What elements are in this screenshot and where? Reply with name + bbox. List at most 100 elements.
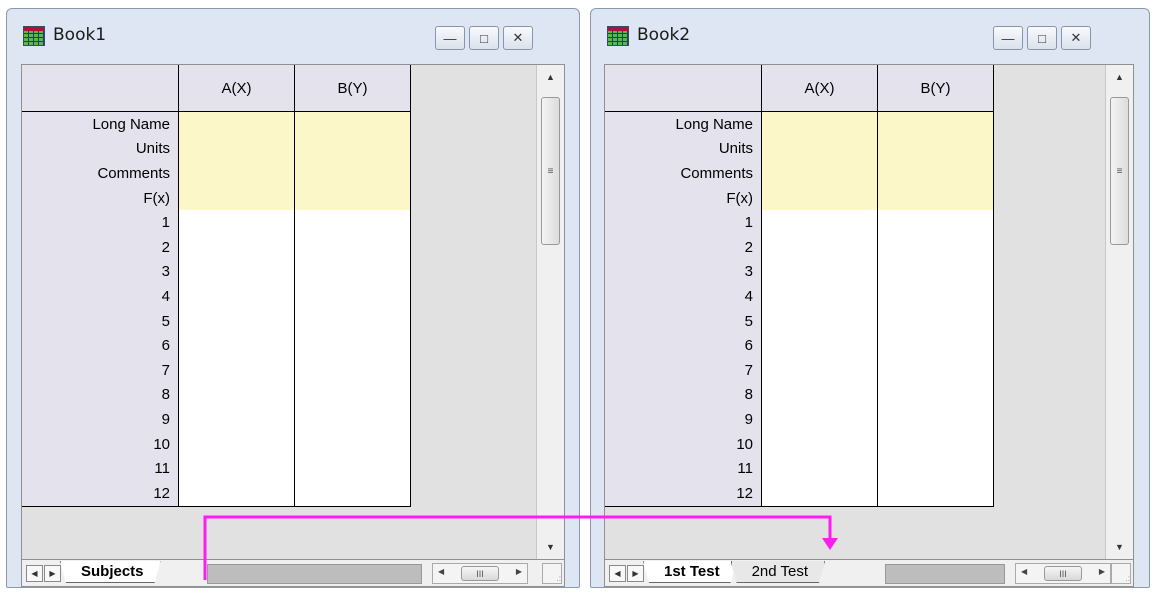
worksheet-cell[interactable] [295, 112, 411, 138]
worksheet-cell[interactable] [762, 308, 878, 335]
worksheet-grid[interactable]: A(X) B(Y) Long Name Units Comments F(x) 1 2 3 4 5 6… [21, 64, 565, 560]
worksheet-cell[interactable] [762, 284, 878, 310]
worksheet-cell[interactable] [295, 358, 411, 384]
worksheet-cell[interactable] [762, 161, 878, 187]
scroll-up-arrow-icon[interactable]: ▲ [1106, 65, 1133, 89]
horizontal-scroll-thumb[interactable]: III [461, 566, 499, 581]
title-bar[interactable]: Book2 — □ ✕ [591, 9, 1149, 57]
row-header[interactable]: 2 [22, 235, 179, 261]
scroll-left-arrow-icon[interactable]: ◀ [1021, 567, 1027, 576]
worksheet-cell[interactable] [295, 382, 411, 409]
worksheet-cell[interactable] [878, 407, 994, 433]
row-header[interactable]: 7 [605, 358, 762, 384]
worksheet-cell[interactable] [762, 136, 878, 163]
row-header[interactable]: 10 [22, 431, 179, 458]
row-header[interactable]: 12 [22, 481, 179, 507]
worksheet-cell[interactable] [878, 382, 994, 409]
worksheet-cell[interactable] [179, 112, 295, 138]
row-header[interactable]: 4 [22, 284, 179, 310]
worksheet-cell[interactable] [179, 161, 295, 187]
row-header[interactable]: 8 [22, 382, 179, 409]
worksheet-cell[interactable] [295, 333, 411, 359]
label-row-header[interactable]: F(x) [22, 185, 179, 212]
vertical-scrollbar[interactable]: ▲ ≡ ▼ [536, 65, 564, 559]
worksheet-cell[interactable] [762, 431, 878, 458]
worksheet-cell[interactable] [762, 456, 878, 482]
worksheet-cell[interactable] [179, 308, 295, 335]
worksheet-cell[interactable] [295, 481, 411, 507]
worksheet-cell[interactable] [878, 456, 994, 482]
tab-scroll-left-icon[interactable]: ◀ [26, 565, 43, 582]
row-header[interactable]: 11 [22, 456, 179, 482]
worksheet-cell[interactable] [762, 382, 878, 409]
tab-scroll-right-icon[interactable]: ▶ [627, 565, 644, 582]
label-row-header[interactable]: Comments [605, 161, 762, 187]
row-header[interactable]: 8 [605, 382, 762, 409]
worksheet-cell[interactable] [878, 284, 994, 310]
worksheet-cell[interactable] [179, 259, 295, 286]
worksheet-cell[interactable] [179, 456, 295, 482]
close-button[interactable]: ✕ [503, 26, 533, 50]
worksheet-cell[interactable] [762, 112, 878, 138]
worksheet-cell[interactable] [762, 481, 878, 507]
worksheet-cell[interactable] [295, 235, 411, 261]
worksheet-cell[interactable] [179, 382, 295, 409]
worksheet-cell[interactable] [295, 161, 411, 187]
sheet-tab[interactable]: 2nd Test [731, 561, 825, 583]
worksheet-cell[interactable] [295, 407, 411, 433]
worksheet-cell[interactable] [179, 481, 295, 507]
resize-grip-icon[interactable]: .: [1111, 563, 1131, 584]
resize-grip-icon[interactable]: .: [542, 563, 562, 584]
worksheet-cell[interactable] [295, 308, 411, 335]
worksheet-cell[interactable] [878, 333, 994, 359]
worksheet-cell[interactable] [878, 210, 994, 236]
title-bar[interactable]: Book1 — □ ✕ [7, 9, 579, 57]
row-header[interactable]: 1 [22, 210, 179, 236]
worksheet-cell[interactable] [295, 259, 411, 286]
worksheet-cell[interactable] [295, 210, 411, 236]
worksheet-cell[interactable] [179, 235, 295, 261]
row-header[interactable]: 5 [605, 308, 762, 335]
tab-scroll-left-icon[interactable]: ◀ [609, 565, 626, 582]
scroll-right-arrow-icon[interactable]: ▶ [1099, 567, 1105, 576]
worksheet-cell[interactable] [179, 431, 295, 458]
worksheet-cell[interactable] [878, 259, 994, 286]
worksheet-cell[interactable] [179, 333, 295, 359]
scroll-down-arrow-icon[interactable]: ▼ [1106, 535, 1133, 559]
column-header[interactable]: A(X) [762, 65, 878, 112]
row-header[interactable]: 11 [605, 456, 762, 482]
row-header[interactable]: 2 [605, 235, 762, 261]
row-header[interactable]: 5 [22, 308, 179, 335]
row-header[interactable]: 4 [605, 284, 762, 310]
scroll-thumb[interactable]: ≡ [1110, 97, 1129, 245]
worksheet-cell[interactable] [878, 136, 994, 163]
worksheet-cell[interactable] [179, 185, 295, 212]
close-button[interactable]: ✕ [1061, 26, 1091, 50]
sheet-tab[interactable]: 1st Test [643, 561, 737, 583]
worksheet-cell[interactable] [295, 456, 411, 482]
label-row-header[interactable]: Units [605, 136, 762, 163]
row-header[interactable]: 9 [605, 407, 762, 433]
label-row-header[interactable]: Long Name [22, 112, 179, 138]
maximize-button[interactable]: □ [1027, 26, 1057, 50]
worksheet-cell[interactable] [295, 431, 411, 458]
minimize-button[interactable]: — [435, 26, 465, 50]
worksheet-cell[interactable] [179, 210, 295, 236]
worksheet-cell[interactable] [179, 136, 295, 163]
worksheet-cell[interactable] [762, 358, 878, 384]
worksheet-cell[interactable] [762, 259, 878, 286]
sheet-tab[interactable]: Subjects [60, 561, 161, 583]
worksheet-cell[interactable] [762, 333, 878, 359]
maximize-button[interactable]: □ [469, 26, 499, 50]
worksheet-cell[interactable] [179, 407, 295, 433]
row-header[interactable]: 3 [605, 259, 762, 286]
worksheet-cell[interactable] [762, 407, 878, 433]
worksheet-cell[interactable] [878, 235, 994, 261]
row-header[interactable]: 1 [605, 210, 762, 236]
row-header[interactable]: 9 [22, 407, 179, 433]
worksheet-cell[interactable] [179, 358, 295, 384]
row-header[interactable]: 10 [605, 431, 762, 458]
worksheet-cell[interactable] [762, 235, 878, 261]
column-header[interactable]: B(Y) [878, 65, 994, 112]
worksheet-cell[interactable] [762, 210, 878, 236]
